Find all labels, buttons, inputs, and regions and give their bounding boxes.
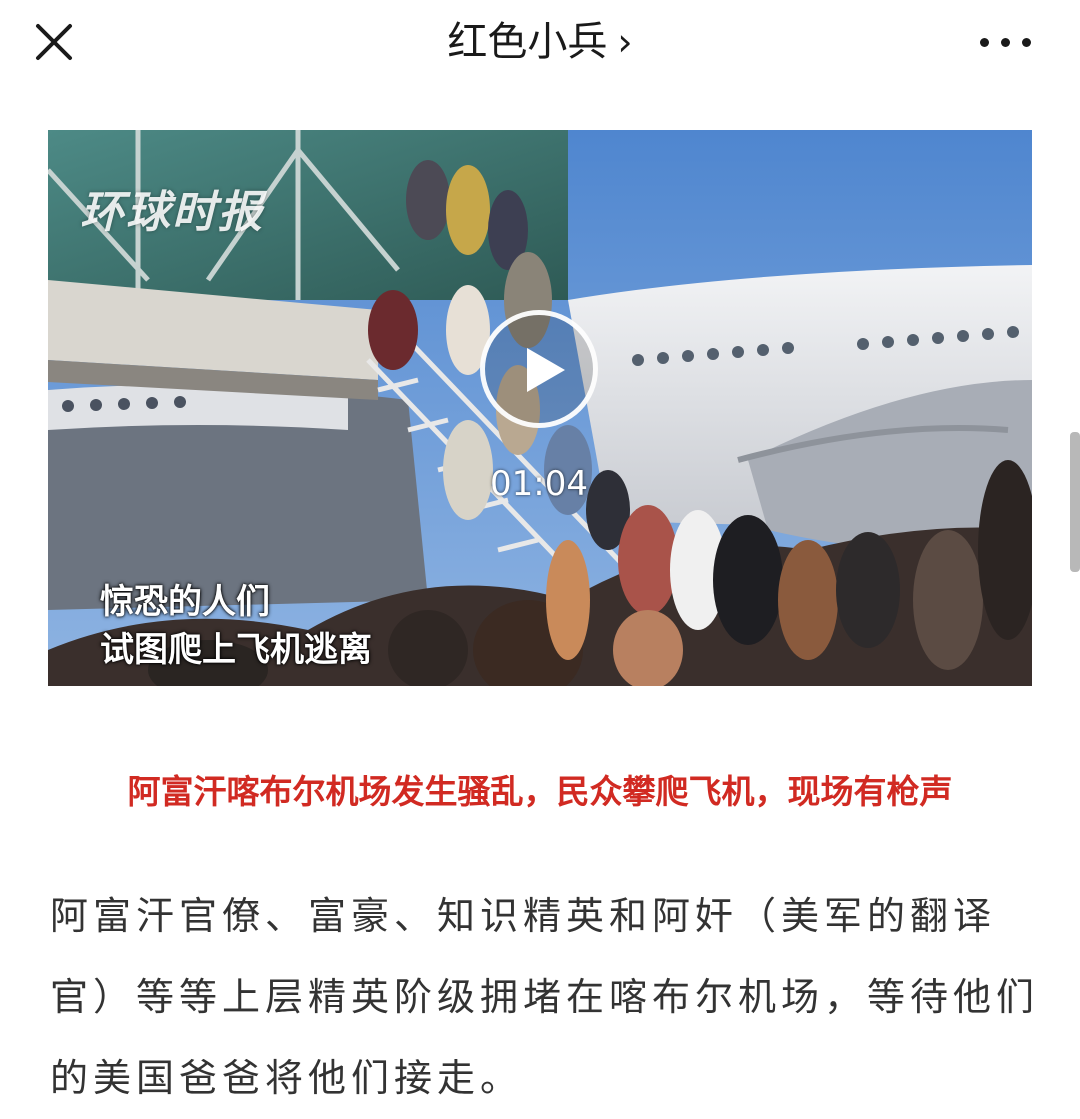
play-button[interactable] (480, 310, 598, 428)
video-player[interactable]: 环球时报 01:04 惊恐的人们 试图爬上飞机逃离 (48, 130, 1032, 686)
more-button[interactable] (976, 20, 1036, 64)
video-caption-line1: 惊恐的人们 (100, 582, 270, 622)
play-icon (527, 348, 565, 392)
video-caption-line2: 试图爬上飞机逃离 (100, 630, 372, 670)
page-scrollbar[interactable] (1070, 432, 1080, 572)
top-nav-bar: 红色小兵 › (0, 0, 1080, 84)
article-headline: 阿富汗喀布尔机场发生骚乱，民众攀爬飞机，现场有枪声 (127, 772, 953, 811)
more-icon-dot (1022, 38, 1031, 47)
more-icon-dot (980, 38, 989, 47)
video-duration: 01:04 (490, 464, 588, 504)
chevron-right-icon: › (617, 20, 633, 64)
account-name: 红色小兵 (447, 19, 608, 65)
video-watermark: 环球时报 (80, 187, 264, 238)
more-icon-dot (1001, 38, 1010, 47)
article-body: 阿富汗官僚、富豪、知识精英和阿奸（美军的翻译官）等等上层精英阶级拥堵在喀布尔机场… (50, 894, 1040, 1100)
account-name-link[interactable]: 红色小兵 › (0, 20, 1080, 64)
